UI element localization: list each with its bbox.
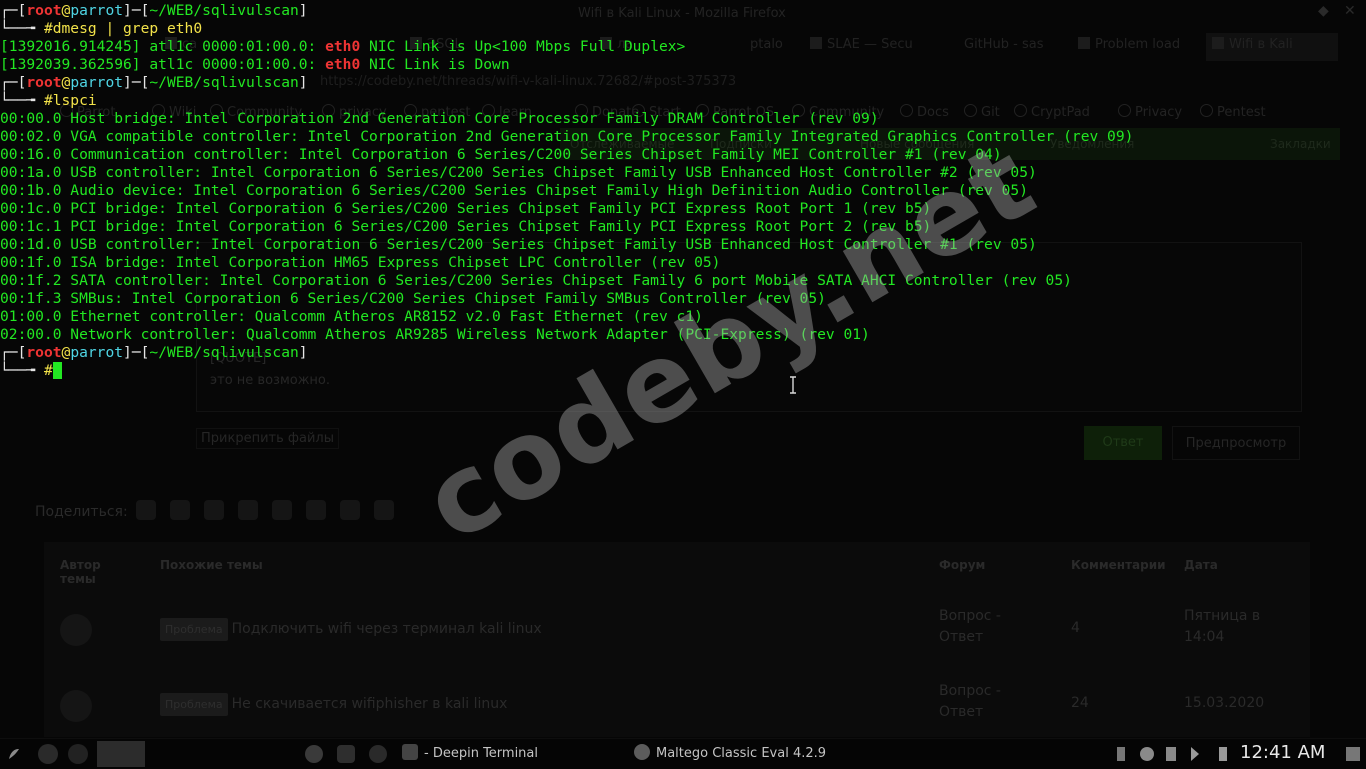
clock[interactable]: 12:41 AM [1240,742,1325,763]
notification-icon[interactable] [1346,747,1360,761]
output-line: 00:1c.0 PCI bridge: Intel Corporation 6 … [0,200,932,217]
output-line: 00:1f.0 ISA bridge: Intel Corporation HM… [0,254,721,271]
command-line: └──╼ #dmesg | grep eth0 [0,20,203,37]
terminal-launcher-icon[interactable] [337,745,355,763]
battery-icon[interactable] [1219,747,1227,761]
app-launcher-icon[interactable] [369,745,387,763]
menu-icon[interactable] [6,746,22,762]
download-icon[interactable] [1140,747,1154,761]
terminal-icon [402,744,418,760]
workspace-switcher[interactable] [97,741,145,767]
prompt-line: ┌─[root@parrot]─[~/WEB/sqlivulscan] [0,2,308,19]
output-line: 00:16.0 Communication controller: Intel … [0,146,1002,163]
taskbar-app-maltego[interactable]: Maltego Classic Eval 4.2.9 [634,744,826,764]
output-line: 00:1a.0 USB controller: Intel Corporatio… [0,164,1037,181]
launcher-icon[interactable] [38,744,58,764]
command-text: lspci [52,92,97,109]
taskbar-app-terminal[interactable]: - Deepin Terminal [402,744,538,764]
output-line: 00:00.0 Host bridge: Intel Corporation 2… [0,110,879,127]
maltego-icon [634,744,650,760]
command-line[interactable]: └──╼ # [0,362,62,380]
text-cursor [52,362,62,379]
output-line: [1392016.914245] atl1c 0000:01:00.0: eth… [0,38,686,55]
prompt-line: ┌─[root@parrot]─[~/WEB/sqlivulscan] [0,344,308,361]
command-text: dmesg | grep eth0 [52,20,203,37]
taskbar: - Deepin Terminal Maltego Classic Eval 4… [0,738,1366,769]
command-line: └──╼ #lspci [0,92,97,109]
browser-launcher-icon[interactable] [305,745,323,763]
output-line: [1392039.362596] atl1c 0000:01:00.0: eth… [0,56,510,73]
clipboard-icon[interactable] [1166,747,1176,761]
workspace-icon[interactable] [68,744,88,764]
output-line: 01:00.0 Ethernet controller: Qualcomm At… [0,308,703,325]
volume-icon[interactable] [1191,747,1199,761]
usb-icon[interactable] [1117,747,1125,761]
prompt-line: ┌─[root@parrot]─[~/WEB/sqlivulscan] [0,74,308,91]
